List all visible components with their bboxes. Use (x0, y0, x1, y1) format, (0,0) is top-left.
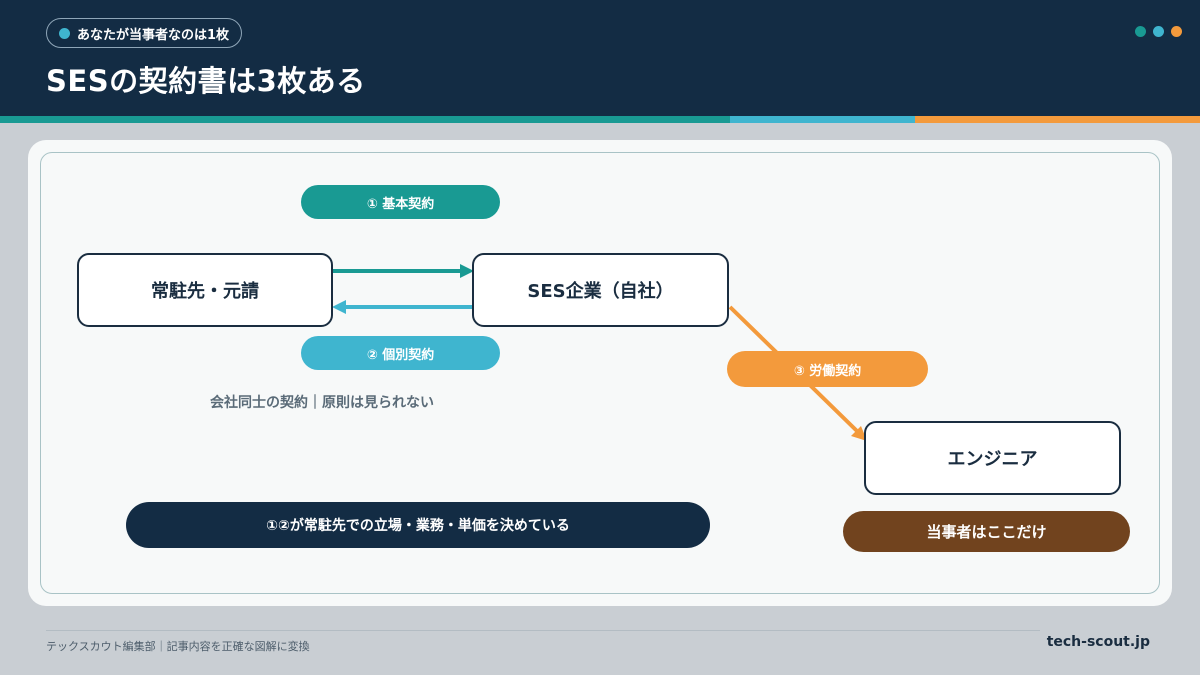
footer-credit: テックスカウト編集部｜記事内容を正確な図解に変換 (46, 640, 310, 653)
summary-bar: ①②が常駐先での立場・業務・単価を決めている (126, 502, 710, 548)
connector-layer (332, 264, 867, 441)
footer-divider (46, 630, 1040, 631)
individual-contract-arrowhead-icon (332, 300, 346, 314)
company-contract-note: 会社同士の契約｜原則は見られない (210, 395, 434, 411)
contract-individual-pill: ② 個別契約 (301, 336, 500, 370)
node-ses-company: SES企業（自社） (472, 253, 729, 327)
node-engineer: エンジニア (864, 421, 1121, 495)
contract-labor-pill: ③ 労働契約 (727, 351, 928, 387)
contract-basic-pill: ① 基本契約 (301, 185, 500, 219)
footer-site[interactable]: tech-scout.jp (1047, 634, 1150, 650)
party-badge: 当事者はここだけ (843, 511, 1130, 552)
node-client: 常駐先・元請 (77, 253, 333, 327)
